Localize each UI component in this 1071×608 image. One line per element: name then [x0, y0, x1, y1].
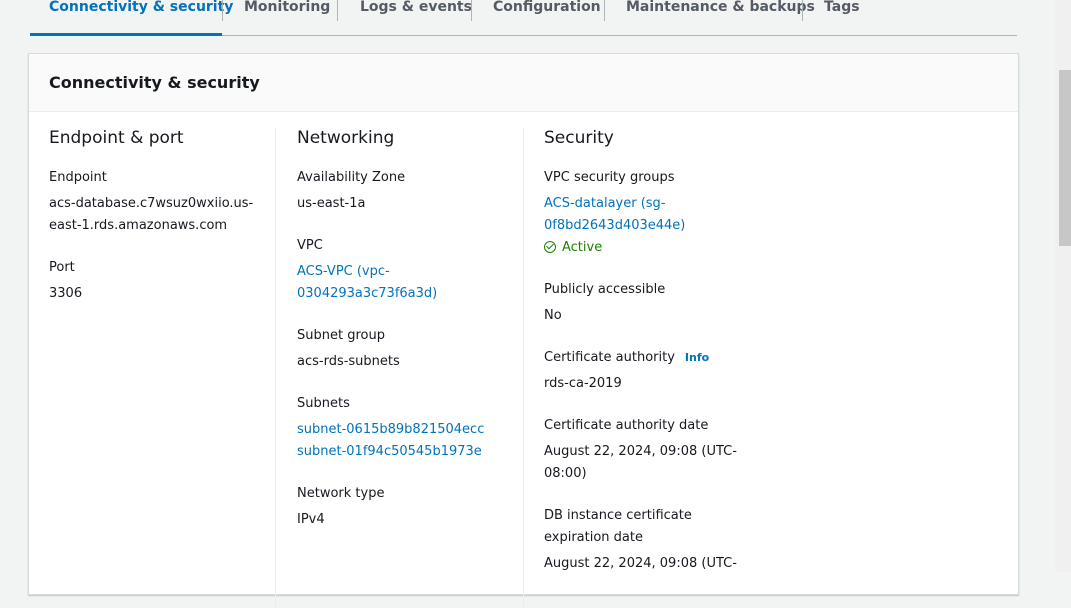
- security-heading: Security: [544, 128, 614, 148]
- connectivity-security-panel: Connectivity & security Endpoint & port …: [28, 53, 1019, 608]
- publicly-accessible-value: No: [544, 308, 562, 323]
- security-groups-label: VPC security groups: [544, 170, 675, 185]
- endpoint-port-heading: Endpoint & port: [49, 128, 184, 148]
- network-type-value: IPv4: [297, 512, 325, 527]
- tab-monitoring[interactable]: Monitoring: [244, 0, 330, 34]
- subnet-link[interactable]: subnet-0615b89b821504ecc: [297, 419, 484, 441]
- publicly-accessible-label: Publicly accessible: [544, 282, 666, 297]
- tab-maintenance-backups[interactable]: Maintenance & backups: [626, 0, 815, 34]
- tab-configuration[interactable]: Configuration: [493, 0, 601, 34]
- certificate-authority-date-value: 08:00): [544, 466, 587, 481]
- port-value: 3306: [49, 286, 83, 301]
- certificate-authority-label: Certificate authority: [544, 350, 675, 365]
- subnets-label: Subnets: [297, 396, 350, 411]
- column-divider: [275, 128, 276, 608]
- subnet-group-value: acs-rds-subnets: [297, 354, 400, 369]
- tab-divider: [222, 0, 223, 21]
- column-divider: [523, 128, 524, 608]
- availability-zone-label: Availability Zone: [297, 170, 406, 185]
- vpc-label: VPC: [297, 238, 323, 253]
- tab-divider: [471, 0, 472, 21]
- subnet-group-label: Subnet group: [297, 328, 385, 343]
- certificate-authority-value: rds-ca-2019: [544, 376, 622, 391]
- vpc-link[interactable]: 0304293a3c73f6a3d): [297, 283, 437, 305]
- tab-tags[interactable]: Tags: [824, 0, 860, 34]
- status-text: Active: [562, 240, 603, 255]
- tab-divider: [802, 0, 803, 21]
- subnet-link[interactable]: subnet-01f94c50545b1973e: [297, 441, 482, 463]
- tab-logs-events[interactable]: Logs & events: [360, 0, 472, 34]
- security-group-status: Active: [544, 237, 602, 259]
- db-certificate-expiration-label: expiration date: [544, 530, 643, 545]
- endpoint-label: Endpoint: [49, 170, 107, 185]
- certificate-authority-date-value: August 22, 2024, 09:08 (UTC-: [544, 444, 737, 459]
- certificate-authority-row: Certificate authority Info: [544, 347, 709, 369]
- active-tab-indicator: [30, 33, 222, 36]
- endpoint-value: east-1.rds.amazonaws.com: [49, 218, 228, 233]
- port-label: Port: [49, 260, 75, 275]
- scrollbar-thumb[interactable]: [1059, 70, 1071, 246]
- vpc-link[interactable]: ACS-VPC (vpc-: [297, 261, 390, 283]
- tab-bar: Connectivity & security Monitoring Logs …: [30, 0, 1017, 36]
- tab-divider: [337, 0, 338, 21]
- tab-divider: [604, 0, 605, 21]
- info-link[interactable]: Info: [685, 351, 709, 364]
- security-group-link[interactable]: ACS-datalayer (sg-: [544, 193, 666, 215]
- tab-connectivity-security[interactable]: Connectivity & security: [49, 0, 233, 34]
- availability-zone-value: us-east-1a: [297, 196, 366, 211]
- certificate-authority-date-label: Certificate authority date: [544, 418, 709, 433]
- security-group-link[interactable]: 0f8bd2643d403e44e): [544, 215, 685, 237]
- db-certificate-expiration-label: DB instance certificate: [544, 508, 692, 523]
- panel-title: Connectivity & security: [49, 73, 260, 92]
- networking-heading: Networking: [297, 128, 395, 148]
- endpoint-value: acs-database.c7wsuz0wxiio.us-: [49, 196, 254, 211]
- panel-header: Connectivity & security: [29, 54, 1018, 112]
- network-type-label: Network type: [297, 486, 385, 501]
- check-circle-icon: [544, 241, 556, 253]
